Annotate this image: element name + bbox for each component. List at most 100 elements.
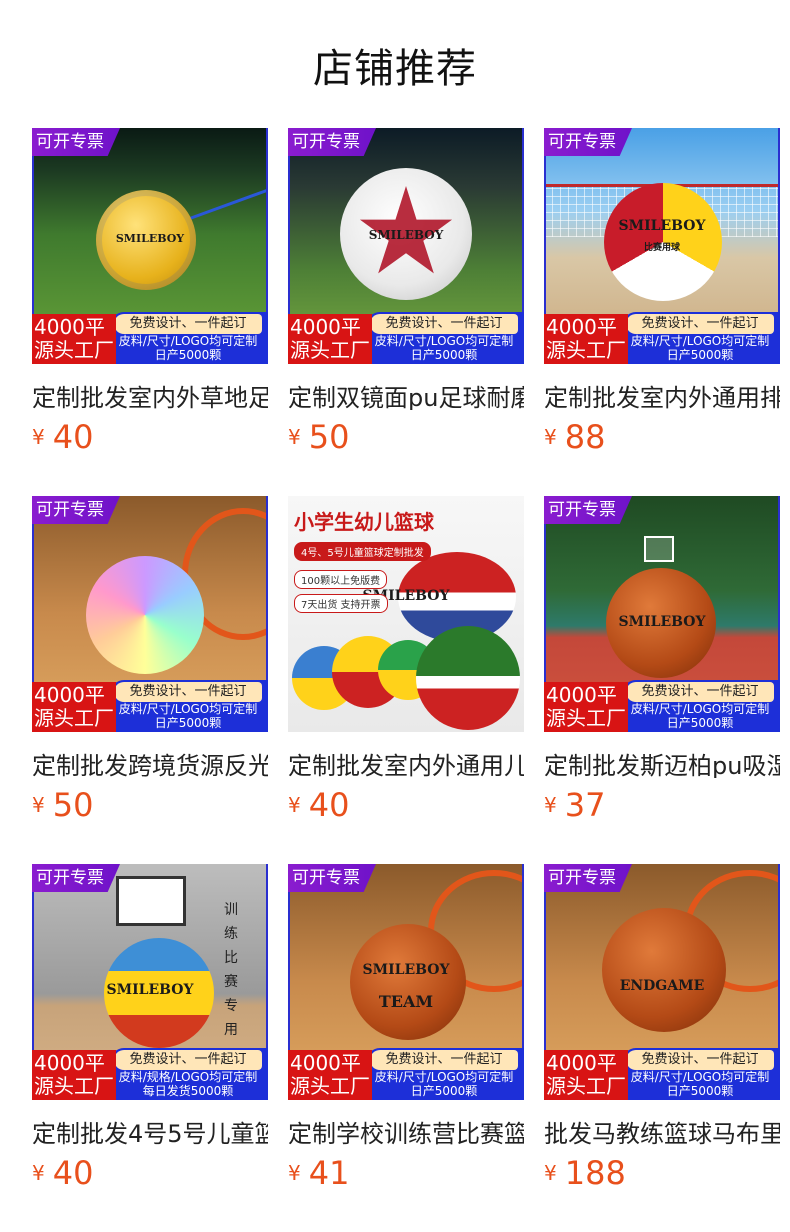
product-price: ¥41	[288, 1154, 349, 1192]
free-design-tag: 免费设计、一件起订	[114, 1050, 262, 1070]
currency-symbol: ¥	[32, 793, 45, 817]
product-title[interactable]: 定制批发4号5号儿童篮球	[32, 1114, 268, 1146]
factory-banner: 免费设计、一件起订 皮料/尺寸/LOGO均可定制 日产5000颗 4000平 源…	[288, 308, 524, 364]
daily-output-line: 日产5000颗	[410, 348, 478, 362]
ball-logo: SMILEBOY	[618, 218, 706, 234]
product-price: ¥40	[32, 1154, 93, 1192]
factory-banner: 免费设计、一件起订 皮料/尺寸/LOGO均可定制 日产5000颗 4000平 源…	[32, 676, 268, 732]
free-design-tag: 免费设计、一件起订	[114, 682, 262, 702]
factory-badge: 4000平 源头工厂	[32, 682, 116, 732]
factory-size: 4000平	[290, 315, 361, 339]
factory-label: 源头工厂	[34, 338, 114, 362]
factory-size: 4000平	[290, 1051, 361, 1075]
factory-banner: 免费设计、一件起订 皮料/规格/LOGO均可定制 每日发货5000颗 4000平…	[32, 1044, 268, 1100]
free-design-tag: 免费设计、一件起订	[626, 1050, 774, 1070]
factory-label: 源头工厂	[546, 706, 626, 730]
daily-output-line: 每日发货5000颗	[142, 1084, 234, 1098]
product-card[interactable]: ENDGAME 可开专票 免费设计、一件起订 皮料/尺寸/LOGO均可定制 日产5…	[544, 864, 780, 1194]
product-image[interactable]: SMILEBOY 可开专票 免费设计、一件起订 皮料/尺寸/LOGO均可定制 日产…	[32, 128, 268, 364]
factory-badge: 4000平 源头工厂	[288, 1050, 372, 1100]
factory-label: 源头工厂	[290, 1074, 370, 1098]
price-value: 40	[52, 1154, 94, 1192]
product-title[interactable]: 定制学校训练营比赛篮球	[288, 1114, 524, 1146]
currency-symbol: ¥	[288, 1161, 301, 1185]
special-invoice-badge: 可开专票	[544, 496, 632, 524]
daily-output-line: 日产5000颗	[154, 716, 222, 730]
ball-logo: SMILEBOY	[362, 962, 450, 978]
special-invoice-badge: 可开专票	[544, 864, 632, 892]
currency-symbol: ¥	[288, 425, 301, 449]
factory-label: 源头工厂	[546, 338, 626, 362]
product-image[interactable]: SMILEBOY 可开专票 免费设计、一件起订 皮料/尺寸/LOGO均可定制 日产…	[544, 496, 780, 732]
product-grid: SMILEBOY 可开专票 免费设计、一件起订 皮料/尺寸/LOGO均可定制 日产…	[0, 0, 790, 1232]
product-title[interactable]: 定制批发室内外通用儿童篮球	[288, 746, 524, 778]
promo-heading: 小学生幼儿篮球	[294, 510, 434, 534]
product-card[interactable]: SMILEBOY 可开专票 训练比赛专用 免费设计、一件起订 皮料/规格/LOGO均…	[32, 864, 268, 1194]
product-price: ¥88	[544, 418, 605, 456]
product-price: ¥50	[288, 418, 349, 456]
product-title[interactable]: 定制批发跨境货源反光篮球	[32, 746, 268, 778]
product-price: ¥40	[32, 418, 93, 456]
factory-size: 4000平	[546, 683, 617, 707]
price-value: 50	[308, 418, 350, 456]
factory-banner: 免费设计、一件起订 皮料/尺寸/LOGO均可定制 日产5000颗 4000平 源…	[288, 1044, 524, 1100]
product-title[interactable]: 定制批发室内外草地足球	[32, 378, 268, 410]
customization-line: 皮料/尺寸/LOGO均可定制	[118, 334, 258, 348]
factory-badge: 4000平 源头工厂	[288, 314, 372, 364]
currency-symbol: ¥	[32, 425, 45, 449]
product-card[interactable]: SMILEBOY 可开专票 免费设计、一件起订 皮料/尺寸/LOGO均可定制 日产…	[544, 496, 780, 826]
factory-size: 4000平	[34, 315, 105, 339]
customization-line: 皮料/尺寸/LOGO均可定制	[374, 1070, 514, 1084]
product-title[interactable]: 定制批发斯迈柏pu吸湿篮球	[544, 746, 780, 778]
special-invoice-badge: 可开专票	[544, 128, 632, 156]
product-image[interactable]: ENDGAME 可开专票 免费设计、一件起订 皮料/尺寸/LOGO均可定制 日产5…	[544, 864, 780, 1100]
product-image[interactable]: SMILEBOY TEAM 可开专票 免费设计、一件起订 皮料/尺寸/LOGO均可定…	[288, 864, 524, 1100]
free-design-tag: 免费设计、一件起订	[370, 314, 518, 334]
product-card[interactable]: SMILEBOY 可开专票 免费设计、一件起订 皮料/尺寸/LOGO均可定制 日产…	[288, 128, 524, 458]
price-value: 40	[52, 418, 94, 456]
product-title[interactable]: 批发马教练篮球马布里篮球	[544, 1114, 780, 1146]
product-image[interactable]: SMILEBOY 可开专票 训练比赛专用 免费设计、一件起订 皮料/规格/LOGO均…	[32, 864, 268, 1100]
product-card[interactable]: SMILEBOY 可开专票 免费设计、一件起订 皮料/尺寸/LOGO均可定制 日产…	[32, 128, 268, 458]
customization-line: 皮料/尺寸/LOGO均可定制	[630, 334, 770, 348]
factory-size: 4000平	[546, 315, 617, 339]
promo-line: 4号、5号儿童篮球定制批发	[294, 542, 431, 561]
vertical-caption: 训练比赛专用	[224, 902, 238, 1038]
special-invoice-badge: 可开专票	[288, 864, 376, 892]
daily-output-line: 日产5000颗	[666, 716, 734, 730]
ball-logo: SMILEBOY	[618, 614, 706, 630]
product-card[interactable]: SMILEBOY TEAM 可开专票 免费设计、一件起订 皮料/尺寸/LOGO均可定…	[288, 864, 524, 1194]
product-card[interactable]: SMILEBOY 比赛用球 可开专票 免费设计、一件起订 皮料/尺寸/LOGO均可定…	[544, 128, 780, 458]
currency-symbol: ¥	[544, 1161, 557, 1185]
product-image[interactable]: SMILEBOY 可开专票 免费设计、一件起订 皮料/尺寸/LOGO均可定制 日产…	[288, 128, 524, 364]
factory-badge: 4000平 源头工厂	[544, 314, 628, 364]
product-title[interactable]: 定制批发室内外通用排球	[544, 378, 780, 410]
product-image[interactable]: 可开专票 免费设计、一件起订 皮料/尺寸/LOGO均可定制 日产5000颗 40…	[32, 496, 268, 732]
free-design-tag: 免费设计、一件起订	[114, 314, 262, 334]
product-price: ¥40	[288, 786, 349, 824]
price-value: 188	[564, 1154, 626, 1192]
ball-logo: SMILEBOY	[368, 228, 444, 242]
product-image[interactable]: SMILEBOY 比赛用球 可开专票 免费设计、一件起订 皮料/尺寸/LOGO均可定…	[544, 128, 780, 364]
currency-symbol: ¥	[32, 1161, 45, 1185]
factory-badge: 4000平 源头工厂	[544, 682, 628, 732]
customization-line: 皮料/尺寸/LOGO均可定制	[374, 334, 514, 348]
factory-banner: 免费设计、一件起订 皮料/尺寸/LOGO均可定制 日产5000颗 4000平 源…	[544, 1044, 780, 1100]
daily-output-line: 日产5000颗	[410, 1084, 478, 1098]
free-design-tag: 免费设计、一件起订	[626, 314, 774, 334]
currency-symbol: ¥	[288, 793, 301, 817]
free-design-tag: 免费设计、一件起订	[626, 682, 774, 702]
special-invoice-badge: 可开专票	[32, 128, 120, 156]
daily-output-line: 日产5000颗	[154, 348, 222, 362]
factory-label: 源头工厂	[546, 1074, 626, 1098]
product-image[interactable]: SMILEBOY 小学生幼儿篮球 4号、5号儿童篮球定制批发 100颗以上免版费 7天出…	[288, 496, 524, 732]
product-card[interactable]: SMILEBOY 小学生幼儿篮球 4号、5号儿童篮球定制批发 100颗以上免版费 7天出…	[288, 496, 524, 826]
price-value: 40	[308, 786, 350, 824]
special-invoice-badge: 可开专票	[32, 496, 120, 524]
currency-symbol: ¥	[544, 425, 557, 449]
factory-banner: 免费设计、一件起订 皮料/尺寸/LOGO均可定制 日产5000颗 4000平 源…	[32, 308, 268, 364]
customization-line: 皮料/尺寸/LOGO均可定制	[630, 702, 770, 716]
factory-size: 4000平	[34, 1051, 105, 1075]
product-title[interactable]: 定制双镜面pu足球耐磨	[288, 378, 524, 410]
product-card[interactable]: 可开专票 免费设计、一件起订 皮料/尺寸/LOGO均可定制 日产5000颗 40…	[32, 496, 268, 826]
